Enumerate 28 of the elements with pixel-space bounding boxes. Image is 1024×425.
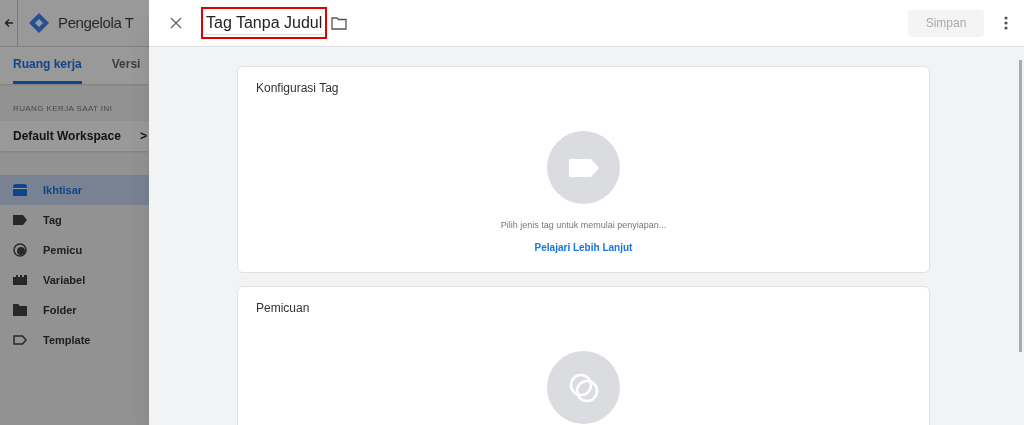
variable-icon [13, 275, 27, 285]
logo-icon [28, 12, 50, 34]
nav-item[interactable]: Template [0, 325, 149, 355]
more-icon[interactable] [1004, 16, 1008, 30]
template-icon [13, 335, 27, 345]
close-icon[interactable] [169, 16, 183, 30]
briefcase-icon [13, 184, 27, 196]
hint-text: Pilih jenis tag untuk memulai penyiapan... [500, 219, 667, 232]
back-arrow-icon[interactable] [3, 18, 14, 28]
nav-item[interactable]: Pemicu [0, 235, 149, 265]
tab[interactable]: Versi [111, 47, 141, 84]
tag-icon [13, 215, 27, 225]
section-label: RUANG KERJA SAAT INI [13, 103, 114, 115]
title-field[interactable]: Tag Tanpa Judul [201, 7, 328, 39]
learn-more-link[interactable]: Pelajari Lebih Lanjut [534, 239, 633, 255]
card-title: Konfigurasi Tag [255, 80, 340, 97]
workspace-selector[interactable]: Default Workspace > [0, 121, 149, 151]
card-title: Pemicuan [255, 300, 311, 317]
folder-icon [13, 304, 27, 316]
trigger-icon [13, 243, 27, 257]
folder-icon[interactable] [331, 16, 348, 30]
chevron-icon: > [140, 127, 147, 145]
nav-item[interactable]: Tag [0, 205, 149, 235]
tab[interactable]: Ruang kerja [13, 47, 82, 84]
nav-item[interactable]: Variabel [0, 265, 149, 295]
nav-item[interactable]: Folder [0, 295, 149, 325]
scrollbar-thumb[interactable] [1019, 60, 1022, 352]
app-title: Pengelola T [58, 12, 134, 33]
